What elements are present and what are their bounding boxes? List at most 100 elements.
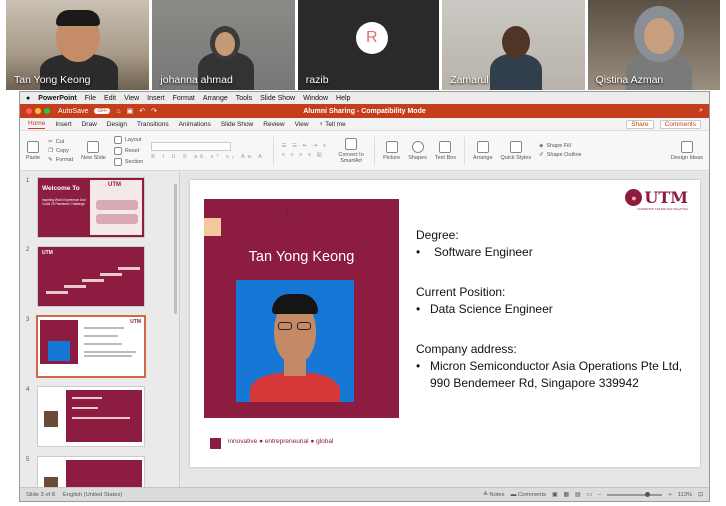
thumbnail-number: 4 (26, 387, 30, 393)
search-icon[interactable]: ⌕ (699, 107, 703, 115)
normal-view-icon[interactable]: ▣ (552, 492, 557, 498)
scissors-icon: ✂ (48, 138, 53, 145)
language-indicator[interactable]: English (United States) (63, 492, 122, 498)
tab-insert[interactable]: Insert (55, 121, 71, 128)
shapes-button[interactable]: Shapes (408, 140, 427, 161)
address-label: Company address: (416, 341, 517, 356)
participant-tile[interactable]: Zamarul (442, 0, 585, 90)
apple-icon[interactable]: ● (26, 95, 30, 102)
ribbon-toolbar: Paste ✂ Cut ❐ Copy ✎ Format New Slide Layou… (20, 131, 709, 171)
thumbnail-slide-2[interactable]: 2 UTM (26, 247, 144, 306)
reading-view-icon[interactable]: ▤ (575, 492, 580, 498)
fit-slide-icon[interactable]: ⊡ (698, 492, 703, 498)
participant-tile[interactable]: Tan Yong Keong (6, 0, 150, 90)
zoom-out-icon[interactable]: − (598, 492, 601, 498)
picture-button[interactable]: Picture (383, 140, 400, 161)
section-button[interactable]: Section (113, 157, 143, 166)
cut-button[interactable]: ✂ Cut (48, 139, 73, 145)
tab-slide-show[interactable]: Slide Show (221, 121, 254, 128)
comments-button[interactable]: Comments (659, 119, 701, 129)
tab-design[interactable]: Design (107, 121, 127, 128)
participant-name: razib (305, 74, 329, 86)
menu-tools[interactable]: Tools (236, 95, 252, 102)
text-box-icon (439, 140, 452, 153)
text-box-button[interactable]: Text Box (435, 140, 456, 161)
menu-file[interactable]: File (85, 95, 96, 102)
tab-review[interactable]: Review (263, 121, 284, 128)
font-format-buttons[interactable]: B I U S ab x² x₂ Aa A (151, 154, 264, 160)
comments-status-button[interactable]: ▬ Comments (511, 492, 546, 498)
thumbnail-slide-4[interactable]: 4 (26, 387, 144, 446)
thumbnail-number: 2 (26, 247, 30, 253)
arrange-button[interactable]: Arrange (473, 140, 493, 161)
tell-me-search[interactable]: ♀ Tell me (319, 121, 346, 128)
zoom-level[interactable]: 113% (678, 492, 692, 498)
alumni-name[interactable]: Tan Yong Keong (204, 249, 399, 265)
menu-view[interactable]: View (124, 95, 139, 102)
thumbnail-slide-5[interactable]: 5 (26, 457, 144, 489)
menu-help[interactable]: Help (336, 95, 350, 102)
smartart-icon (345, 137, 358, 150)
tab-home[interactable]: Home (28, 120, 46, 129)
zoom-slider[interactable] (607, 491, 663, 497)
notes-button[interactable]: ≙ Notes (483, 492, 505, 498)
thumbnail-subtitle: Inspiring Work Experience And Covid 19 P… (42, 198, 86, 207)
profile-details[interactable]: Degree: • Software Engineer Current Posit… (416, 227, 691, 393)
paragraph-list-buttons[interactable]: ☰ ☰ ⇤ ⇥ ≡ (282, 143, 328, 149)
reset-icon (113, 146, 122, 155)
thumbnail-slide-1[interactable]: 1 Welcome To Inspiring Work Experience A… (26, 178, 144, 237)
participant-hair (56, 10, 100, 26)
participant-strip: Tan Yong Keong johanna ahmad R razib Zam… (6, 0, 720, 90)
zoom-in-icon[interactable]: + (668, 492, 671, 498)
paste-button[interactable]: Paste (26, 140, 40, 161)
current-slide[interactable]: ↖ Tan Yong Keong ● UTM UNIVERSITI TEKNOL… (190, 180, 700, 467)
design-ideas-icon (680, 140, 693, 153)
thumbnail-slide-3[interactable]: 3 UTM (26, 317, 144, 376)
format-painter-button[interactable]: ✎ Format (48, 157, 73, 163)
quick-styles-button[interactable]: Quick Styles (501, 140, 531, 161)
tab-transitions[interactable]: Transitions (137, 121, 169, 128)
menu-slide-show[interactable]: Slide Show (260, 95, 295, 102)
menu-arrange[interactable]: Arrange (203, 95, 228, 102)
section-icon (113, 157, 122, 166)
footer-square (210, 438, 221, 449)
new-slide-button[interactable]: New Slide (81, 140, 106, 161)
picture-icon (385, 140, 398, 153)
footer-tagline: innovative ● entrepreneurial ● global (228, 438, 334, 445)
copy-icon: ❐ (48, 147, 54, 154)
menu-app-name[interactable]: PowerPoint (38, 95, 77, 102)
position-value: Data Science Engineer (430, 302, 553, 317)
mouse-pointer-icon: ↖ (285, 210, 292, 219)
font-name-select[interactable] (151, 141, 232, 151)
reset-button[interactable]: Reset (113, 146, 143, 155)
brush-icon: ✎ (48, 156, 53, 163)
shape-outline-button[interactable]: ✐ Shape Outline (539, 152, 581, 158)
slide-editor-canvas[interactable]: ↖ Tan Yong Keong ● UTM UNIVERSITI TEKNOL… (181, 172, 709, 489)
share-button[interactable]: Share (626, 119, 654, 129)
menu-format[interactable]: Format (173, 95, 195, 102)
participant-tile[interactable]: johanna ahmad (152, 0, 295, 90)
paragraph-align-buttons[interactable]: ≡ ≡ ≡ ≡ ▥ (282, 152, 328, 158)
tab-view[interactable]: View (295, 121, 309, 128)
shape-fill-button[interactable]: ◈ Shape Fill (539, 143, 581, 149)
tab-draw[interactable]: Draw (82, 121, 97, 128)
slideshow-icon[interactable]: ▭ (586, 492, 591, 498)
slide-sorter-icon[interactable]: ▦ (564, 492, 569, 498)
title-bar: AutoSave OFF ⌂ ▣ ↶ ↷ Alumni Sharing - Co… (20, 104, 709, 118)
menu-insert[interactable]: Insert (147, 95, 165, 102)
participant-tile[interactable]: Qistina Azman (587, 0, 720, 90)
utm-emblem-icon: ● (625, 189, 643, 206)
glasses-icon (278, 322, 292, 330)
profile-photo[interactable] (236, 280, 354, 402)
comment-icon: ▬ (510, 491, 518, 498)
convert-smartart-button[interactable]: Convert to SmartArt (336, 137, 366, 164)
thumbnails-scrollbar[interactable] (174, 184, 177, 314)
layout-button[interactable]: Layout (113, 135, 143, 144)
menu-edit[interactable]: Edit (104, 95, 116, 102)
participant-tile[interactable]: R razib (297, 0, 440, 90)
copy-button[interactable]: ❐ Copy (48, 148, 73, 154)
menu-window[interactable]: Window (303, 95, 328, 102)
status-bar: Slide 3 of 8 English (United States) ≙ N… (20, 487, 709, 501)
design-ideas-button[interactable]: Design Ideas (671, 140, 703, 161)
tab-animations[interactable]: Animations (179, 121, 211, 128)
